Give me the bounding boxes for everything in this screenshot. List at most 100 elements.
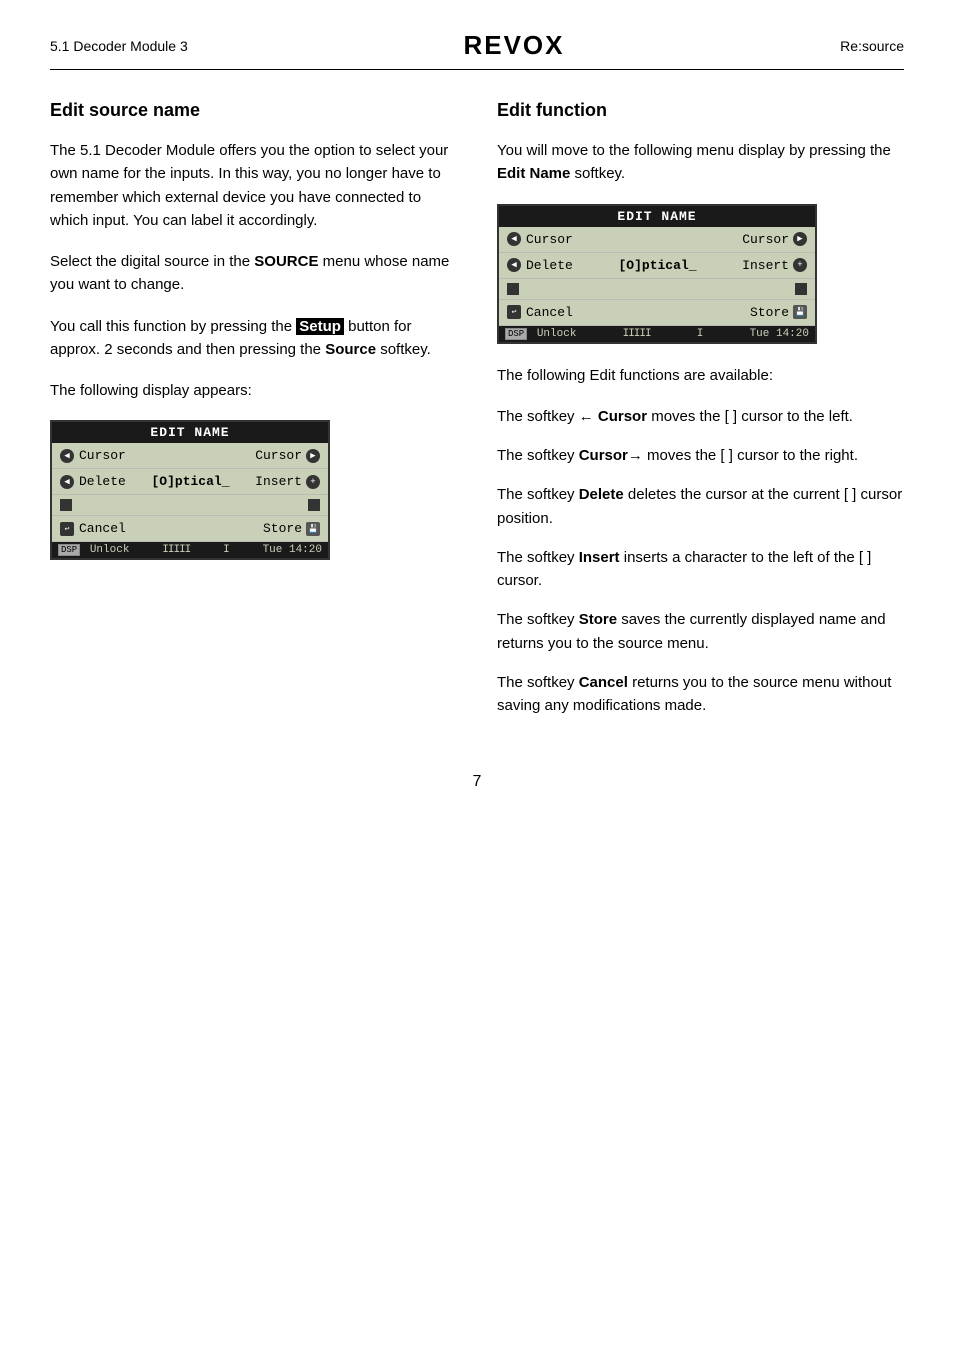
square-icon-r3-right — [795, 283, 807, 295]
delete-icon-right: ◀ — [507, 258, 521, 272]
cancel-icon-right: ↩ — [507, 305, 521, 319]
softkey-para-3: The softkey Delete deletes the cursor at… — [497, 483, 904, 530]
square-icon-r3-left — [507, 283, 519, 295]
left-para2-prefix: Select the digital source in the — [50, 253, 254, 270]
page-header: 5.1 Decoder Module 3 REVOX Re:source — [50, 30, 904, 70]
lcd-row2-right-label: Insert — [255, 474, 302, 489]
lcd-row1-left: ◀ Cursor Cursor ▶ — [52, 443, 328, 469]
sk1-suffix: moves the [ ] cursor to the left. — [647, 408, 853, 425]
sk2-suffix: moves the [ ] cursor to the right. — [643, 447, 858, 464]
lcd-r3-right — [795, 283, 807, 295]
sk4-bold: Insert — [579, 549, 620, 566]
lcd-bars-left: IIIII — [162, 544, 190, 556]
lcd-row1-right-label: Cursor — [255, 448, 302, 463]
left-para3: You call this function by pressing the S… — [50, 315, 457, 362]
left-column: Edit source name The 5.1 Decoder Module … — [50, 100, 457, 733]
sk6-bold: Cancel — [579, 674, 628, 691]
sk3-prefix: The softkey — [497, 486, 579, 503]
left-para2-bold: SOURCE — [254, 253, 318, 270]
cursor-right-icon: ▶ — [306, 449, 320, 463]
lcd-unlock-right: Unlock — [537, 328, 577, 340]
softkey-para-6: The softkey Cancel returns you to the so… — [497, 671, 904, 718]
header-right: Re:source — [840, 38, 904, 54]
lcd-bottom-time-right: Tue 14:20 — [750, 328, 809, 340]
lcd-row4-right-col: ↩ Cancel Store 💾 — [499, 300, 815, 326]
lcd-display-left: EDIT NAME ◀ Cursor Cursor ▶ — [50, 420, 330, 560]
dsp-badge-right: DSP — [505, 328, 527, 340]
lcd-bottom-center-left: IIIII — [162, 544, 190, 556]
lcd-row1-left-label: Cursor — [79, 448, 126, 463]
left-para3-suffix2: softkey. — [376, 341, 431, 358]
lcd-display-right: EDIT NAME ◀ Cursor Cursor ▶ — [497, 204, 817, 344]
lcd-row2-center: [O]ptical_ — [151, 474, 229, 489]
lcd-r3-left — [507, 283, 519, 295]
dsp-badge-left: DSP — [58, 544, 80, 556]
lcd-bottom-time-left: Tue 14:20 — [263, 544, 322, 556]
lcd-row1-left-side: ◀ Cursor — [60, 448, 126, 463]
sk2-prefix: The softkey — [497, 447, 579, 464]
lcd-bottom-sep-right: I — [697, 328, 704, 340]
softkey-para-2: The softkey Cursor→ moves the [ ] cursor… — [497, 444, 904, 467]
sk5-bold: Store — [579, 611, 617, 628]
left-para4: The following display appears: — [50, 379, 457, 402]
square-icon-right-left — [308, 499, 320, 511]
lcd-r2-center: [O]ptical_ — [618, 258, 696, 273]
sk1-arrow: ← Cursor — [579, 408, 647, 425]
sk2-bold: Cursor→ — [579, 447, 643, 464]
left-heading: Edit source name — [50, 100, 457, 121]
lcd-row4-left-side: ↩ Cancel — [60, 521, 126, 536]
sk6-prefix: The softkey — [497, 674, 579, 691]
store-icon-right: 💾 — [793, 305, 807, 319]
lcd-time-right: Tue 14:20 — [750, 328, 809, 340]
softkey-para-1: The softkey ← Cursor moves the [ ] curso… — [497, 405, 904, 428]
cursor-left-icon: ◀ — [60, 449, 74, 463]
cursor-left-icon-r: ◀ — [507, 232, 521, 246]
lcd-r2-right: Insert + — [742, 258, 807, 273]
store-icon-left: 💾 — [306, 522, 320, 536]
left-para3-prefix: You call this function by pressing the — [50, 318, 296, 335]
cursor-right-icon-r: ▶ — [793, 232, 807, 246]
lcd-sep-left: I — [223, 544, 230, 556]
lcd-row4-right-side: Store 💾 — [263, 521, 320, 536]
lcd-bottom-left-section: DSP Unlock — [58, 544, 129, 556]
lcd-row2-right-side: Insert + — [255, 474, 320, 489]
header-left: 5.1 Decoder Module 3 — [50, 38, 188, 54]
cancel-icon-left: ↩ — [60, 522, 74, 536]
header-logo: REVOX — [463, 30, 564, 61]
insert-icon-right: + — [793, 258, 807, 272]
lcd-row1-right-side: Cursor ▶ — [255, 448, 320, 463]
lcd-r4-left: ↩ Cancel — [507, 305, 573, 320]
lcd-row2-right-col: ◀ Delete [O]ptical_ Insert + — [499, 253, 815, 279]
lcd-r1-right-label: Cursor — [742, 232, 789, 247]
page-number: 7 — [50, 773, 904, 791]
lcd-row3-right-side — [308, 499, 320, 511]
softkey-para-5: The softkey Store saves the currently di… — [497, 608, 904, 655]
sk3-bold: Delete — [579, 486, 624, 503]
lcd-bottom-left: DSP Unlock IIIII I Tue 14:20 — [52, 542, 328, 558]
left-para3-bold2: Source — [325, 341, 376, 358]
lcd-r4-left-label: Cancel — [526, 305, 573, 320]
lcd-bottom-sep-left: I — [223, 544, 230, 556]
insert-icon-left: + — [306, 475, 320, 489]
lcd-row3-right-col — [499, 279, 815, 300]
main-content: Edit source name The 5.1 Decoder Module … — [50, 100, 904, 733]
sk1-prefix: The softkey — [497, 408, 579, 425]
lcd-bottom-center-right: IIIII — [623, 328, 651, 340]
lcd-r2-left: ◀ Delete — [507, 258, 573, 273]
lcd-r2-right-label: Insert — [742, 258, 789, 273]
left-para3-bold: Setup — [296, 318, 344, 335]
lcd-sep-right: I — [697, 328, 704, 340]
left-para1: The 5.1 Decoder Module offers you the op… — [50, 139, 457, 232]
lcd-row2-left: ◀ Delete [O]ptical_ Insert + — [52, 469, 328, 495]
delete-icon-left: ◀ — [60, 475, 74, 489]
lcd-r1-left: ◀ Cursor — [507, 232, 573, 247]
lcd-r1-right: Cursor ▶ — [742, 232, 807, 247]
lcd-row4-left-label: Cancel — [79, 521, 126, 536]
lcd-r2-left-label: Delete — [526, 258, 573, 273]
right-para1-prefix: You will move to the following menu disp… — [497, 142, 891, 159]
lcd-row3-left-side — [60, 499, 72, 511]
lcd-r4-right: Store 💾 — [750, 305, 807, 320]
right-para1-bold: Edit Name — [497, 165, 570, 182]
functions-intro: The following Edit functions are availab… — [497, 364, 904, 387]
right-para1: You will move to the following menu disp… — [497, 139, 904, 186]
